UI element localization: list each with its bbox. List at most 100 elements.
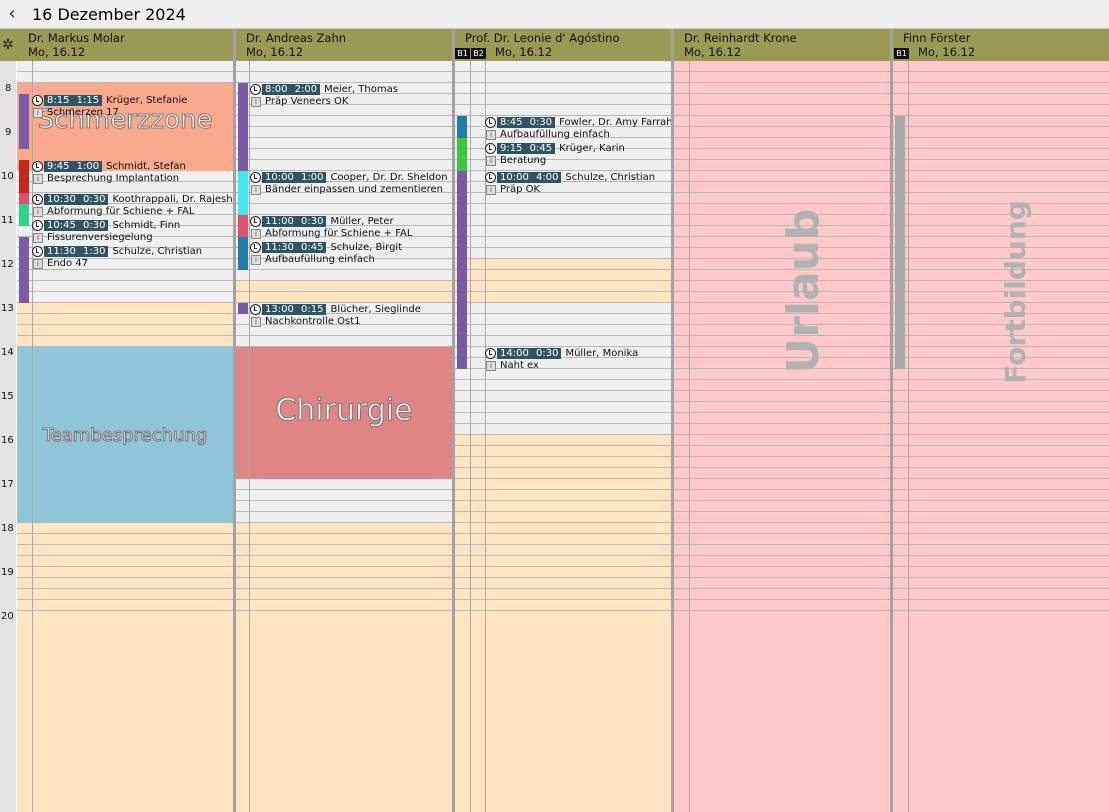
clock-icon [485, 348, 496, 359]
gear-icon: ✲ [2, 37, 14, 53]
hour-label: 19 [1, 567, 14, 578]
note-icon: i [251, 185, 261, 195]
column-day: Mo, 16.12 [495, 45, 553, 59]
hour-label: 15 [1, 391, 14, 402]
appointment[interactable]: 10:00 4:00 Schulze, Christian i Präp OK [485, 172, 671, 196]
appointment[interactable]: 13:00 0:15 Blücher, Sieglinde i Nachkontro… [250, 304, 451, 328]
appointment[interactable]: 9:15 0:45 Krüger, Karin i Beratung [485, 143, 671, 167]
column-header-agostino[interactable]: Prof. Dr. Leonie d' Agóstino B1 B2 Mo, 1… [455, 29, 671, 61]
calendar-column-krone[interactable]: Urlaub [674, 61, 890, 812]
appointment-color [238, 303, 248, 314]
appointment[interactable]: 8:45 0:30 Fowler, Dr. Amy Farrah i Aufbauf… [485, 117, 671, 141]
back-button[interactable]: ‹ [3, 4, 21, 24]
appointment-color [19, 160, 29, 193]
hour-label: 10 [1, 171, 14, 182]
chevron-left-icon: ‹ [8, 3, 16, 24]
clock-icon [485, 117, 496, 128]
appointment[interactable]: 14:00 0:30 Müller, Monika i Naht ex [485, 348, 671, 372]
note-icon: i [251, 97, 261, 107]
note-icon: i [251, 255, 261, 265]
note-icon: i [33, 233, 43, 243]
appointment-color [238, 83, 248, 171]
appointment-color [19, 237, 29, 303]
column-day: Mo, 16.12 [246, 45, 304, 59]
clock-icon [485, 172, 496, 183]
divider [908, 61, 909, 812]
hour-label: 18 [1, 523, 14, 534]
appointment[interactable]: 10:00 1:00 Cooper, Dr. Dr. Sheldon L i Bän… [250, 172, 451, 196]
provider-name: Prof. Dr. Leonie d' Agóstino [465, 31, 620, 45]
slot-lines [236, 61, 452, 83]
appointment[interactable]: 11:30 0:45 Schulze, Birgit i Aufbaufüllung… [250, 242, 451, 266]
appointment-color [238, 237, 248, 270]
hour-label: 13 [1, 303, 14, 314]
appointment[interactable]: 9:45 1:00 Schmidt, Stefan i Besprechung Im… [32, 161, 232, 185]
training-label: Fortbildung [999, 200, 1032, 384]
column-day: Mo, 16.12 [684, 45, 742, 59]
appointment[interactable]: 11:30 1:30 Schulze, Christian i Endo 47 [32, 246, 232, 270]
clock-icon [32, 220, 43, 231]
settings-button[interactable]: ✲ [0, 29, 16, 61]
column-day: Mo, 16.12 [918, 45, 976, 59]
provider-name: Finn Förster [903, 31, 971, 45]
hour-label: 16 [1, 435, 14, 446]
note-icon: i [33, 174, 43, 184]
clock-icon [32, 161, 43, 172]
provider-name: Dr. Andreas Zahn [246, 31, 347, 45]
note-icon: i [251, 317, 261, 327]
hour-label: 12 [1, 259, 14, 270]
clock-icon [250, 84, 261, 95]
note-icon: i [486, 185, 496, 195]
divider [470, 61, 471, 812]
appointment-color [19, 193, 29, 204]
provider-name: Dr. Markus Molar [28, 31, 125, 45]
note-icon: i [486, 361, 496, 371]
clock-icon [32, 246, 43, 257]
note-icon: i [486, 130, 496, 140]
vacation-label: Urlaub [778, 208, 829, 374]
divider [689, 61, 690, 812]
column-header-molar[interactable]: Dr. Markus Molar Mo, 16.12 [17, 29, 233, 61]
slot-lines [455, 435, 671, 611]
note-icon: i [33, 259, 43, 269]
hour-label: 11 [1, 215, 14, 226]
appointment-color [238, 171, 248, 215]
clock-icon [32, 194, 43, 205]
top-bar: ‹ 16 Dezember 2024 [0, 0, 1109, 29]
clock-icon [250, 216, 261, 227]
appointment[interactable]: 8:15 1:15 Krüger, Stefanie i Schmerzen 17 [32, 95, 232, 119]
calendar-column-agostino[interactable]: 8:45 0:30 Fowler, Dr. Amy Farrah i Aufbauf… [455, 61, 671, 812]
clock-icon [250, 172, 261, 183]
appointment[interactable]: 8:00 2:00 Meier, Thomas i Präp Veneers OK [250, 84, 451, 108]
provider-name: Dr. Reinhardt Krone [684, 31, 797, 45]
column-header-krone[interactable]: Dr. Reinhardt Krone Mo, 16.12 [674, 29, 890, 61]
room-badge-b1: B1 [455, 48, 470, 59]
team-meeting-label: Teambesprechung [42, 425, 208, 447]
note-icon: i [33, 207, 43, 217]
appointment-color [457, 138, 467, 171]
slot-lines [455, 259, 671, 303]
note-icon: i [33, 108, 43, 118]
room-badge-b2: B2 [471, 48, 486, 59]
calendar-column-foerster[interactable]: Fortbildung [893, 61, 1109, 812]
hour-label: 14 [1, 347, 14, 358]
clock-icon [250, 242, 261, 253]
column-header-zahn[interactable]: Dr. Andreas Zahn Mo, 16.12 [236, 29, 452, 61]
appointment[interactable]: 11:00 0:30 Müller, Peter i Abformung für S… [250, 216, 451, 240]
current-date[interactable]: 16 Dezember 2024 [32, 5, 186, 24]
clock-icon [485, 143, 496, 154]
room-badge-b1: B1 [894, 48, 909, 59]
column-day: Mo, 16.12 [28, 45, 86, 59]
hour-label: 8 [5, 83, 12, 94]
appointment[interactable]: 10:30 0:30Koothrappali, Dr. Rajesh Ra iA… [32, 194, 232, 218]
calendar-column-zahn[interactable]: Chirurgie 8:00 2:00 Meier, Thomas i Präp V… [236, 61, 452, 812]
note-icon: i [251, 229, 261, 239]
hour-label: 20 [1, 611, 14, 622]
column-header-foerster[interactable]: Finn Förster B1 Mo, 16.12 [893, 29, 1109, 61]
booked-slots [236, 479, 452, 523]
appointment[interactable]: 10:45 0:30 Schmidt, Finn i Fissurenversieg… [32, 220, 232, 244]
hour-label: 9 [5, 127, 12, 138]
training-strip [895, 116, 905, 369]
appointment-color [238, 215, 248, 237]
calendar-column-molar[interactable]: Schmerzzone Teambesprechung 8:15 1:15 Krü… [17, 61, 233, 812]
